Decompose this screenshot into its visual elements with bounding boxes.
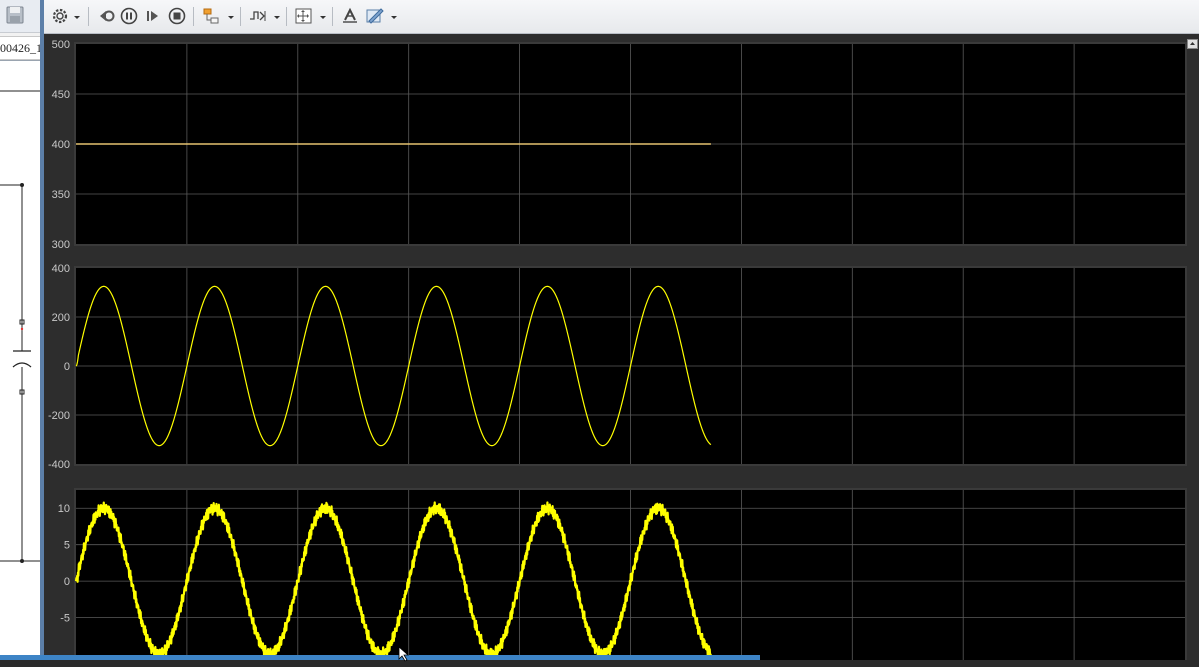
y-tick-label: -5 [60, 613, 70, 625]
toolbar-separator [286, 7, 287, 26]
y-tick-label: 0 [64, 576, 70, 588]
y-tick-label: 500 [52, 39, 70, 51]
scope-plot-area: 500 450 400 350 300 400 200 0 -200 -400 10 5 0 -5 [44, 34, 1199, 667]
stop-icon[interactable] [167, 5, 187, 27]
scope-panel-dc: 500 450 400 350 300 [52, 39, 1187, 251]
save-toolbar [0, 0, 40, 33]
gear-icon[interactable] [50, 5, 70, 27]
y-tick-label: 0 [64, 361, 70, 373]
toolbar-separator [88, 7, 89, 26]
measurements-icon[interactable] [364, 5, 386, 27]
y-tick-label: 400 [52, 263, 70, 275]
y-tick-label: 300 [52, 239, 70, 251]
step-forward-icon[interactable] [143, 5, 163, 27]
zoom-icon[interactable] [293, 5, 315, 27]
toolbar-separator [240, 7, 241, 26]
triggers-icon[interactable] [247, 5, 269, 27]
y-tick-label: -200 [48, 410, 70, 422]
y-tick-label: 350 [52, 189, 70, 201]
block-diagram-canvas[interactable] [0, 60, 40, 660]
scope-plots-svg: 500 450 400 350 300 400 200 0 -200 -400 10 5 0 -5 [48, 39, 1187, 667]
highlight-block-icon[interactable] [201, 5, 223, 27]
scope-panel-current: 10 5 0 -5 [58, 488, 1187, 667]
pause-icon[interactable] [119, 5, 139, 27]
chevron-down-icon[interactable] [73, 9, 83, 21]
mouse-cursor-icon [398, 646, 410, 667]
chevron-down-icon[interactable] [319, 9, 329, 21]
scope-toolbar [44, 0, 1199, 34]
chevron-down-icon[interactable] [273, 9, 283, 21]
y-tick-label: 10 [58, 503, 70, 515]
model-canvas-pane: 00426_1 [0, 0, 44, 660]
chevron-down-icon[interactable] [390, 9, 400, 21]
y-tick-label: -400 [48, 459, 70, 471]
scope-panel-voltage: 400 200 0 -200 -400 [48, 263, 1187, 471]
chevron-down-icon[interactable] [227, 9, 237, 21]
model-tab[interactable]: 00426_1 [0, 36, 41, 60]
y-tick-label: 450 [52, 89, 70, 101]
toolbar-separator [193, 7, 194, 26]
undock-icon[interactable] [1187, 36, 1198, 49]
y-tick-label: 400 [52, 139, 70, 151]
y-tick-label: 5 [64, 540, 70, 552]
axes-scaling-icon[interactable] [339, 5, 361, 27]
step-back-icon[interactable] [96, 5, 116, 27]
save-icon[interactable] [6, 6, 24, 29]
y-tick-label: 200 [52, 312, 70, 324]
toolbar-separator [332, 7, 333, 26]
status-strip [0, 655, 760, 660]
